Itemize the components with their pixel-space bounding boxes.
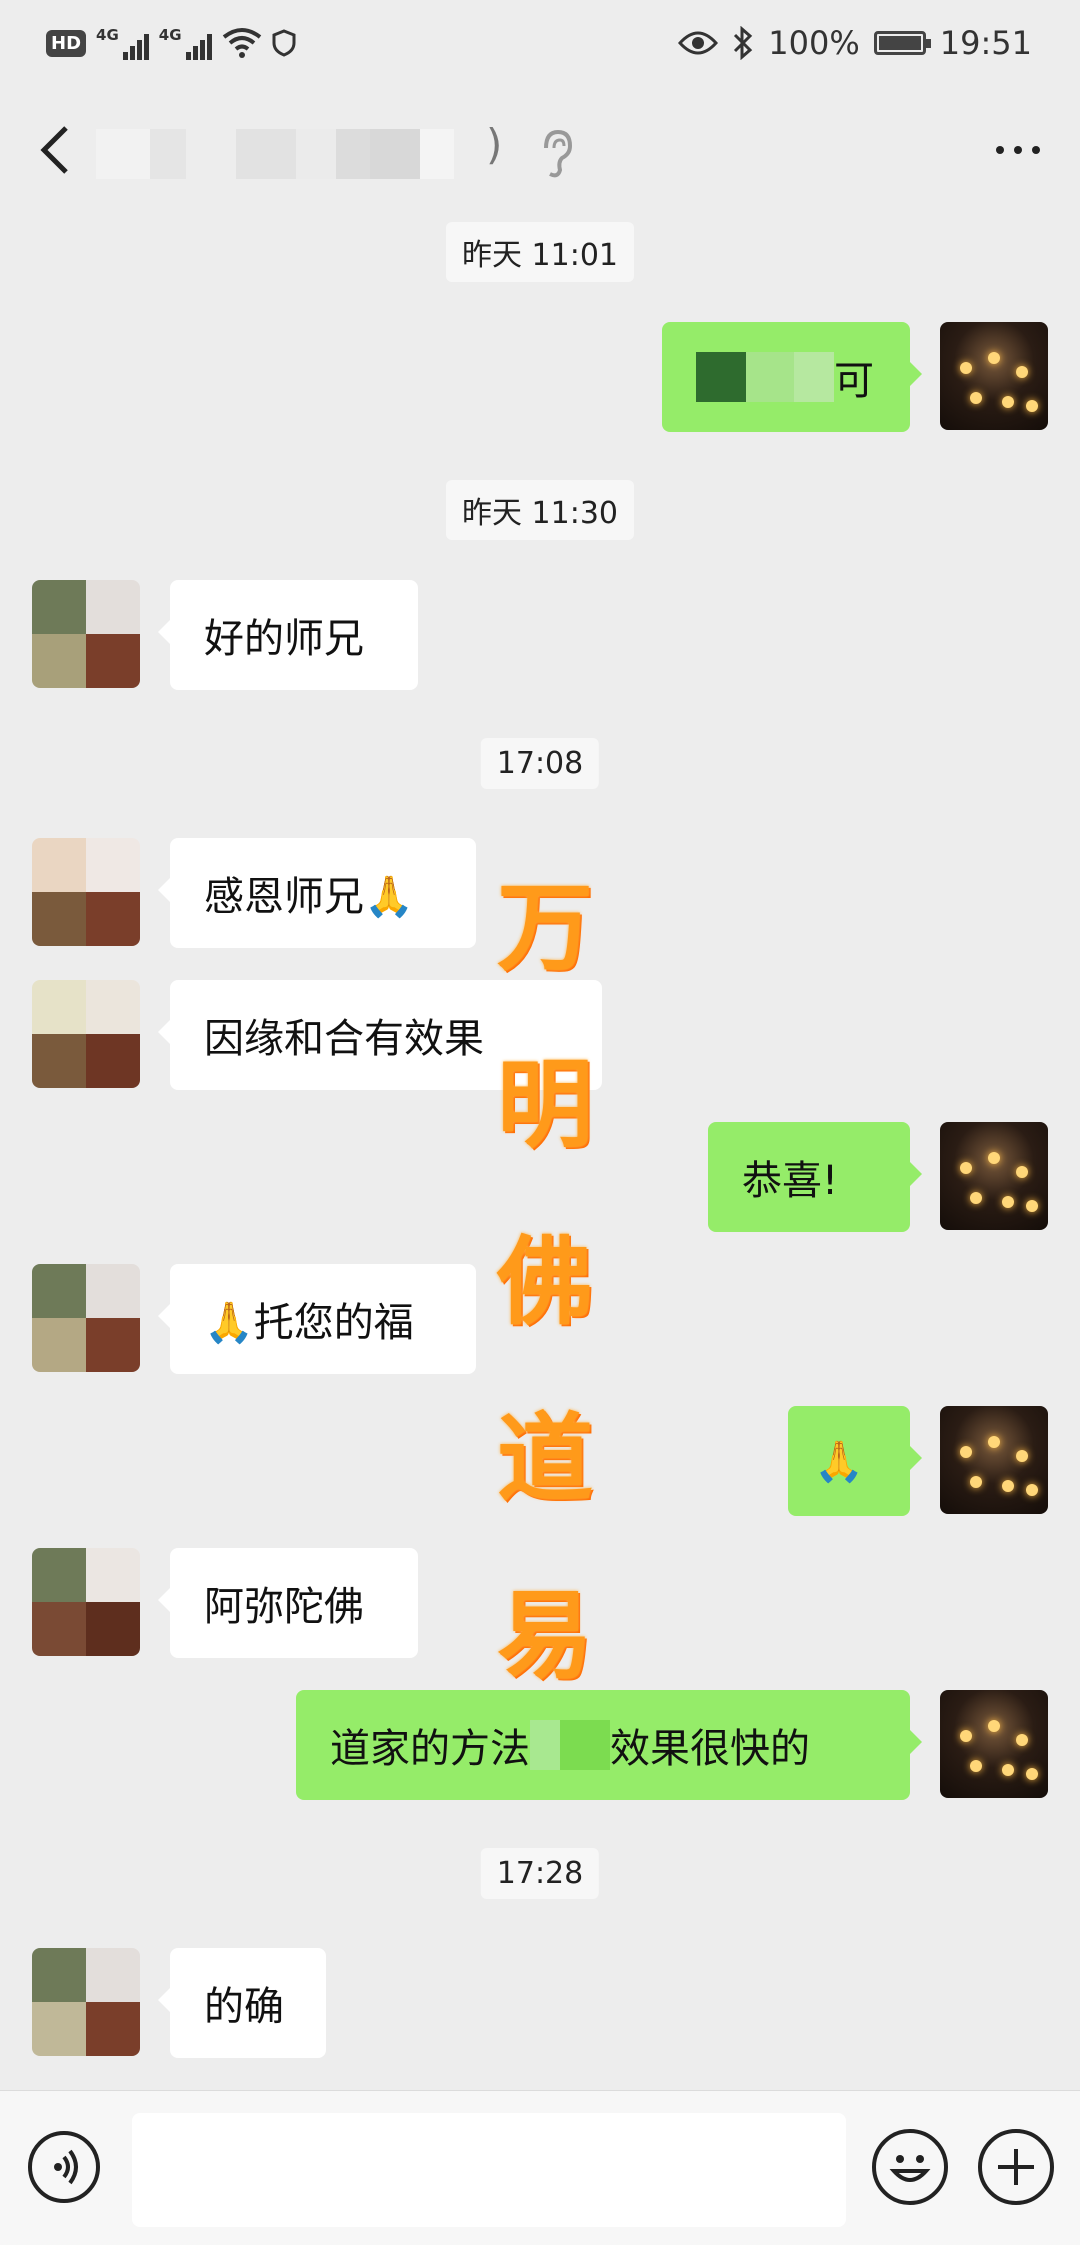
status-bar: HD 4G 4G 100% 19:51 (0, 0, 1080, 86)
my-avatar[interactable] (940, 1690, 1048, 1798)
contact-avatar[interactable] (32, 1264, 140, 1372)
watermark-char: 道 (497, 1402, 593, 1515)
battery-icon (873, 31, 931, 55)
hd-icon: HD (46, 29, 87, 57)
outgoing-message[interactable]: 可 (662, 322, 922, 432)
incoming-message[interactable]: 的确 (158, 1948, 326, 2058)
my-avatar[interactable] (940, 1406, 1048, 1514)
network-type-label: 4G (96, 26, 119, 44)
redacted-text (794, 352, 834, 402)
message-text: 恭喜! (742, 1158, 839, 1204)
signal-icon: 4G (96, 26, 149, 60)
message-text: 可 (834, 358, 874, 404)
smiley-icon (889, 2155, 931, 2182)
contact-avatar[interactable] (32, 838, 140, 946)
timestamp: 17:28 (480, 1848, 600, 1899)
message-input[interactable] (132, 2113, 846, 2227)
incoming-message[interactable]: 🙏托您的福 (158, 1264, 476, 1374)
redacted-text (560, 1720, 610, 1770)
outgoing-message[interactable]: 🙏 (788, 1406, 922, 1516)
watermark: 万 明 佛 道 易 (490, 850, 600, 1697)
emoji-icon[interactable] (872, 2129, 948, 2205)
incoming-message[interactable]: 阿弥陀佛 (158, 1548, 418, 1658)
redacted-text (530, 1720, 560, 1770)
eye-icon (678, 31, 719, 55)
status-right: 100% 19:51 (678, 20, 1032, 66)
chevron-left-icon[interactable] (36, 122, 76, 178)
chat-title-redacted (96, 126, 454, 182)
shield-icon (272, 29, 296, 57)
chat-header: ) (0, 86, 1080, 216)
ear-icon (544, 129, 573, 178)
more-dots-icon[interactable] (996, 146, 1040, 154)
message-text: 因缘和合有效果 (204, 1016, 484, 1062)
message-text-part1: 道家的方法 (330, 1726, 530, 1772)
timestamp: 昨天 11:30 (446, 480, 634, 540)
wifi-icon (222, 28, 261, 58)
watermark-char: 易 (497, 1579, 593, 1692)
my-avatar[interactable] (940, 1122, 1048, 1230)
outgoing-message[interactable]: 道家的方法 效果很快的 (296, 1690, 922, 1800)
voice-waves-icon (54, 2149, 78, 2185)
contact-avatar[interactable] (32, 1948, 140, 2056)
bluetooth-icon (734, 26, 753, 60)
voice-icon[interactable] (28, 2131, 100, 2203)
message-text: 🙏托您的福 (204, 1300, 414, 1346)
incoming-message[interactable]: 因缘和合有效果 (158, 980, 602, 1090)
timestamp: 17:08 (480, 738, 600, 789)
message-text-part2: 效果很快的 (610, 1726, 810, 1772)
watermark-char: 万 (497, 871, 593, 984)
message-text: 阿弥陀佛 (204, 1584, 364, 1630)
message-text: 好的师兄 (204, 616, 364, 662)
redacted-text (746, 352, 794, 402)
contact-avatar[interactable] (32, 580, 140, 688)
outgoing-message[interactable]: 恭喜! (708, 1122, 922, 1232)
contact-avatar[interactable] (32, 1548, 140, 1656)
title-paren: ) (486, 120, 503, 169)
incoming-message[interactable]: 感恩师兄🙏 (158, 838, 476, 948)
watermark-char: 佛 (497, 1225, 593, 1338)
redacted-text (696, 352, 746, 402)
network-type-label-2: 4G (158, 26, 182, 44)
clock: 19:51 (939, 24, 1032, 62)
battery-percent: 100% (768, 24, 860, 62)
message-text: 🙏 (814, 1438, 864, 1485)
plus-icon[interactable] (978, 2129, 1054, 2205)
plus-sign-icon (998, 2149, 1034, 2185)
timestamp: 昨天 11:01 (446, 222, 634, 282)
contact-avatar[interactable] (32, 980, 140, 1088)
incoming-message[interactable]: 好的师兄 (158, 580, 418, 690)
input-bar (0, 2090, 1080, 2245)
message-text: 的确 (204, 1984, 284, 2030)
my-avatar[interactable] (940, 322, 1048, 430)
status-left: HD 4G 4G (46, 20, 296, 66)
signal-icon-2: 4G (159, 26, 212, 60)
message-text: 感恩师兄🙏 (204, 874, 414, 920)
